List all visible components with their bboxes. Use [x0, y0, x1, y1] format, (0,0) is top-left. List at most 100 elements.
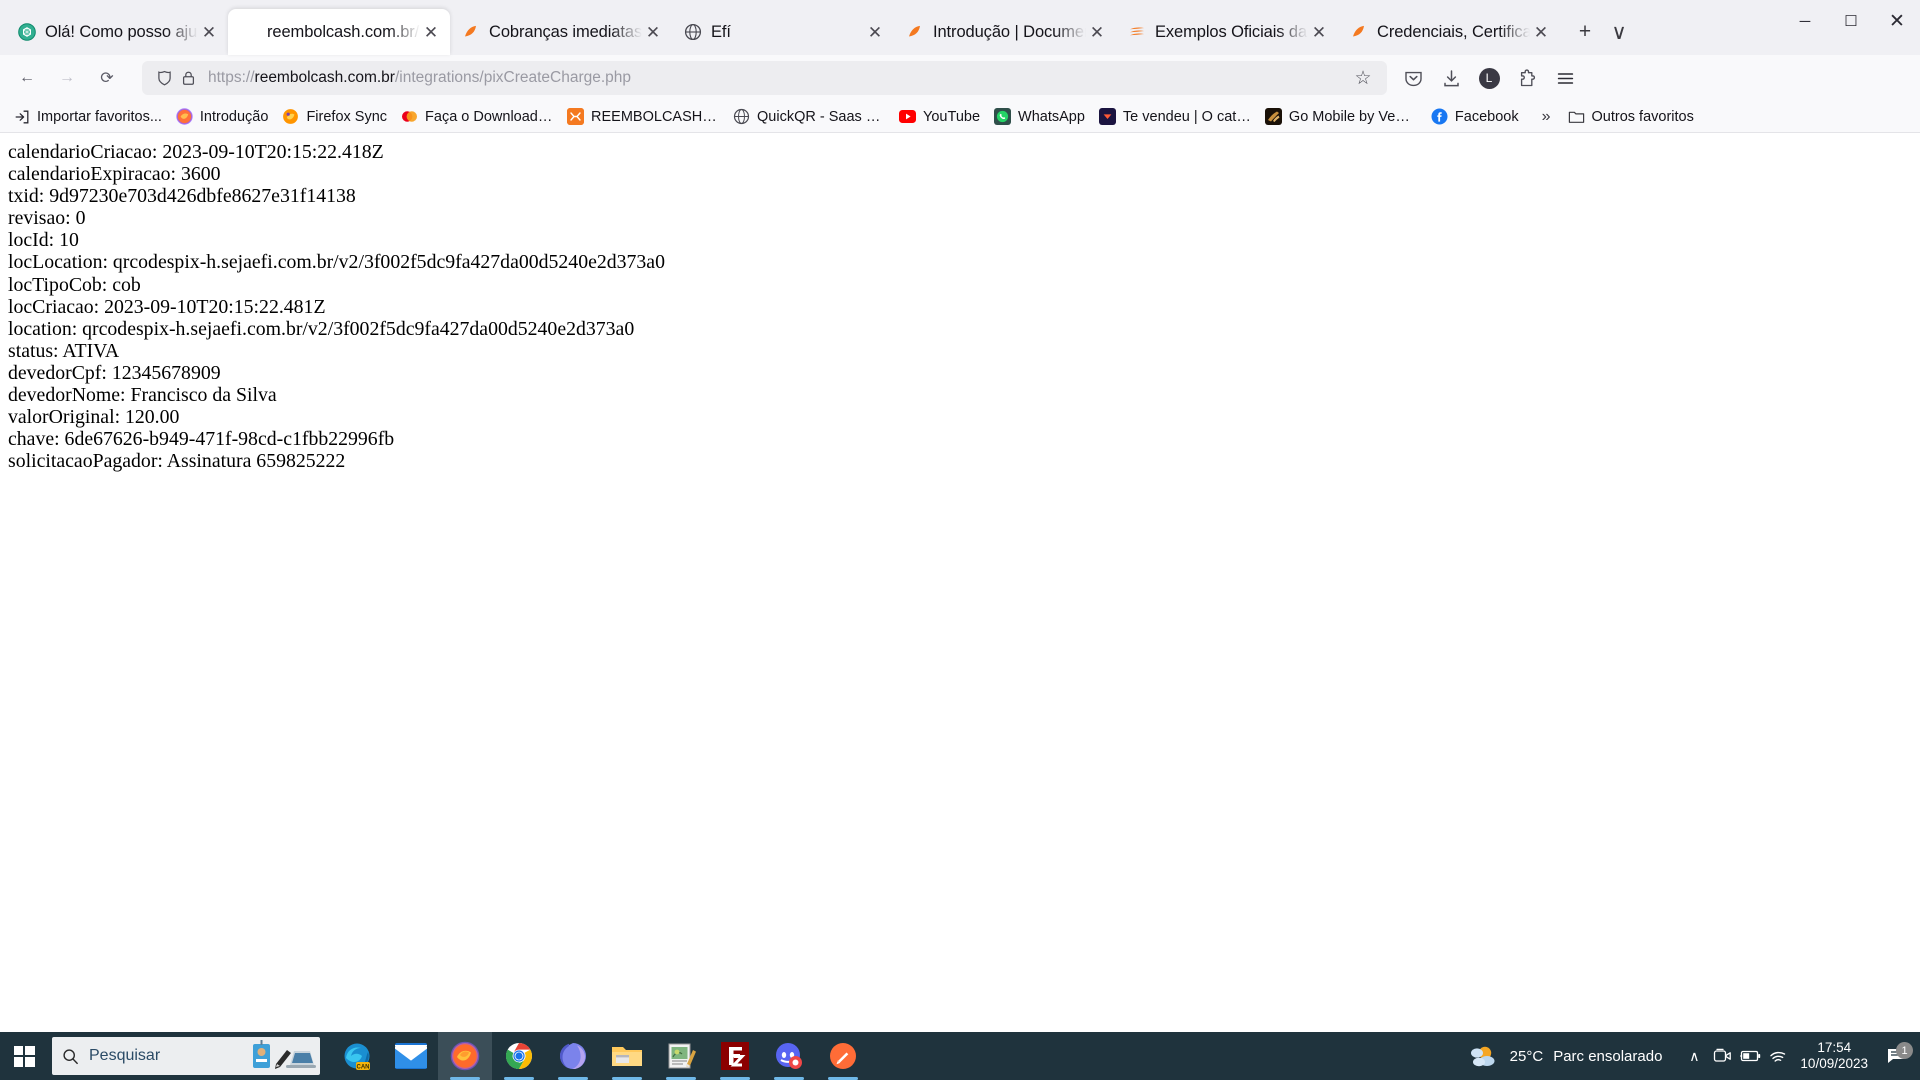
- globe-icon: [684, 23, 702, 41]
- youtube-icon: [899, 108, 917, 125]
- bookmark-star-icon[interactable]: ☆: [1349, 67, 1377, 90]
- windows-start-icon[interactable]: [0, 1032, 48, 1080]
- bookmark-tevendeu[interactable]: Te vendeu | O catálog...: [1092, 105, 1258, 128]
- bookmark-facebook[interactable]: Facebook: [1424, 105, 1526, 128]
- reembolcash-icon: [567, 108, 585, 125]
- tab-introducao-documentacao[interactable]: Introdução | Documenta ✕: [894, 9, 1116, 55]
- taskbar-chrome-icon[interactable]: [492, 1032, 546, 1080]
- tab-label: Credenciais, Certificado: [1377, 22, 1530, 41]
- taskbar-edge-canary-icon[interactable]: CAN: [330, 1032, 384, 1080]
- bookmark-label: Faça o Download dos ...: [425, 108, 553, 125]
- show-hidden-icons-button[interactable]: ∧: [1680, 1048, 1708, 1065]
- taskbar-discord-icon[interactable]: [762, 1032, 816, 1080]
- import-icon: [13, 108, 30, 125]
- url-prefix: https://: [208, 69, 255, 86]
- close-window-button[interactable]: ✕: [1874, 0, 1920, 42]
- tab-efi[interactable]: Efí ✕: [672, 9, 894, 55]
- maximize-button[interactable]: ☐: [1828, 0, 1874, 42]
- content-line: locLocation: qrcodespix-h.sejaefi.com.br…: [8, 251, 665, 274]
- taskbar-app-icons: CAN: [330, 1032, 870, 1080]
- efi-orange-icon: [1350, 23, 1368, 41]
- bookmark-whatsapp[interactable]: WhatsApp: [987, 105, 1092, 128]
- minimize-button[interactable]: ─: [1782, 0, 1828, 42]
- tab-cobrancas-imediatas[interactable]: Cobranças imediatas | D ✕: [450, 9, 672, 55]
- clock-time: 17:54: [1817, 1040, 1852, 1055]
- efi-orange-icon: [906, 23, 924, 41]
- search-decoration-icon: [250, 1038, 316, 1074]
- bookmark-gomobile[interactable]: Go Mobile by VegaTh...: [1258, 105, 1424, 128]
- tab-chatgpt[interactable]: Olá! Como posso ajudar ✕: [6, 9, 228, 55]
- taskbar-clock[interactable]: 17:54 10/09/2023: [1800, 1040, 1868, 1072]
- new-tab-button[interactable]: +: [1568, 15, 1602, 49]
- bookmark-download[interactable]: Faça o Download dos ...: [394, 105, 560, 128]
- efi-orange-icon: [462, 23, 480, 41]
- address-bar[interactable]: https://reembolcash.com.br/integrations/…: [142, 61, 1387, 95]
- download-icon[interactable]: [1433, 61, 1469, 95]
- taskbar-postman-icon[interactable]: [816, 1032, 870, 1080]
- bookmark-quickqr[interactable]: QuickQR - Saas - Cont...: [726, 105, 892, 128]
- efi-stripes-icon: [1128, 23, 1146, 41]
- battery-charging-icon[interactable]: [1736, 1049, 1764, 1063]
- lock-icon[interactable]: [176, 66, 200, 90]
- clock-date: 10/09/2023: [1800, 1056, 1868, 1071]
- chatgpt-icon: [18, 23, 36, 41]
- puzzle-icon[interactable]: [1509, 61, 1545, 95]
- tab-label: Efí: [711, 22, 731, 41]
- bookmarks-overflow-button[interactable]: »: [1532, 108, 1561, 126]
- bookmark-label: Outros favoritos: [1591, 108, 1694, 125]
- url-text: https://reembolcash.com.br/integrations/…: [208, 69, 1349, 87]
- content-line: calendarioExpiracao: 3600: [8, 163, 221, 186]
- bookmark-youtube[interactable]: YouTube: [892, 105, 987, 128]
- bookmark-introducao[interactable]: Introdução: [169, 105, 276, 128]
- weather-widget[interactable]: 25°C Parc ensolarado: [1468, 1043, 1662, 1069]
- bookmark-outros-favoritos[interactable]: Outros favoritos: [1561, 105, 1701, 128]
- taskbar-search-input[interactable]: Pesquisar: [52, 1037, 320, 1075]
- tab-close-button[interactable]: ✕: [198, 21, 220, 43]
- reload-button[interactable]: ⟳: [88, 61, 126, 95]
- forward-button[interactable]: →: [48, 61, 86, 95]
- camera-icon[interactable]: [1708, 1048, 1736, 1064]
- bookmark-firefox-sync[interactable]: Firefox Sync: [275, 105, 394, 128]
- bookmark-label: Te vendeu | O catálog...: [1122, 108, 1251, 125]
- bookmark-import-favoritos[interactable]: Importar favoritos...: [6, 105, 169, 128]
- bookmark-label: Firefox Sync: [306, 108, 388, 125]
- bookmark-reembolcash[interactable]: REEMBOLCASH - Um ...: [560, 105, 726, 128]
- tab-credenciais-certificados[interactable]: Credenciais, Certificado ✕: [1338, 9, 1560, 55]
- tab-strip: Olá! Como posso ajudar ✕ reembolcash.com…: [0, 0, 1920, 55]
- tab-label: Exemplos Oficiais da AP: [1155, 22, 1308, 41]
- tab-close-button[interactable]: ✕: [1308, 21, 1330, 43]
- notification-count: 1: [1896, 1042, 1913, 1059]
- wifi-icon[interactable]: [1764, 1049, 1792, 1064]
- taskbar-notepad-icon[interactable]: [654, 1032, 708, 1080]
- tab-reembolcash-active[interactable]: reembolcash.com.br/int ✕: [228, 9, 450, 55]
- account-avatar[interactable]: L: [1471, 61, 1507, 95]
- tab-close-button[interactable]: ✕: [1530, 21, 1552, 43]
- folder-icon: [1568, 108, 1585, 125]
- tracking-shield-icon[interactable]: [152, 66, 176, 90]
- content-line: revisao: 0: [8, 207, 86, 230]
- tab-label: reembolcash.com.br/int: [267, 22, 420, 41]
- taskbar-firefox-icon[interactable]: [438, 1032, 492, 1080]
- tab-label: Olá! Como posso ajudar: [45, 22, 198, 41]
- tab-close-button[interactable]: ✕: [420, 21, 442, 43]
- list-all-tabs-button[interactable]: ∨: [1602, 15, 1636, 49]
- tab-close-button[interactable]: ✕: [642, 21, 664, 43]
- taskbar-microsoft-365-icon[interactable]: [546, 1032, 600, 1080]
- tab-label: Cobranças imediatas | D: [489, 22, 642, 41]
- hamburger-menu-icon[interactable]: [1547, 61, 1583, 95]
- notification-center-button[interactable]: 1: [1878, 1042, 1914, 1065]
- tevendeu-icon: [1098, 108, 1116, 125]
- navigation-toolbar: ← → ⟳ https://reembolcash.com.br/integra…: [0, 55, 1920, 101]
- taskbar-filezilla-icon[interactable]: [708, 1032, 762, 1080]
- pocket-icon[interactable]: [1395, 61, 1431, 95]
- tab-close-button[interactable]: ✕: [1086, 21, 1108, 43]
- content-line: location: qrcodespix-h.sejaefi.com.br/v2…: [8, 317, 635, 340]
- content-line: solicitacaoPagador: Assinatura 659825222: [8, 450, 346, 473]
- taskbar-mail-icon[interactable]: [384, 1032, 438, 1080]
- back-button[interactable]: ←: [8, 61, 46, 95]
- tab-close-button[interactable]: ✕: [864, 21, 886, 43]
- tab-exemplos-oficiais-api[interactable]: Exemplos Oficiais da AP ✕: [1116, 9, 1338, 55]
- browser-window: Olá! Como posso ajudar ✕ reembolcash.com…: [0, 0, 1920, 1032]
- taskbar-file-explorer-icon[interactable]: [600, 1032, 654, 1080]
- toolbar-actions: L: [1395, 61, 1585, 95]
